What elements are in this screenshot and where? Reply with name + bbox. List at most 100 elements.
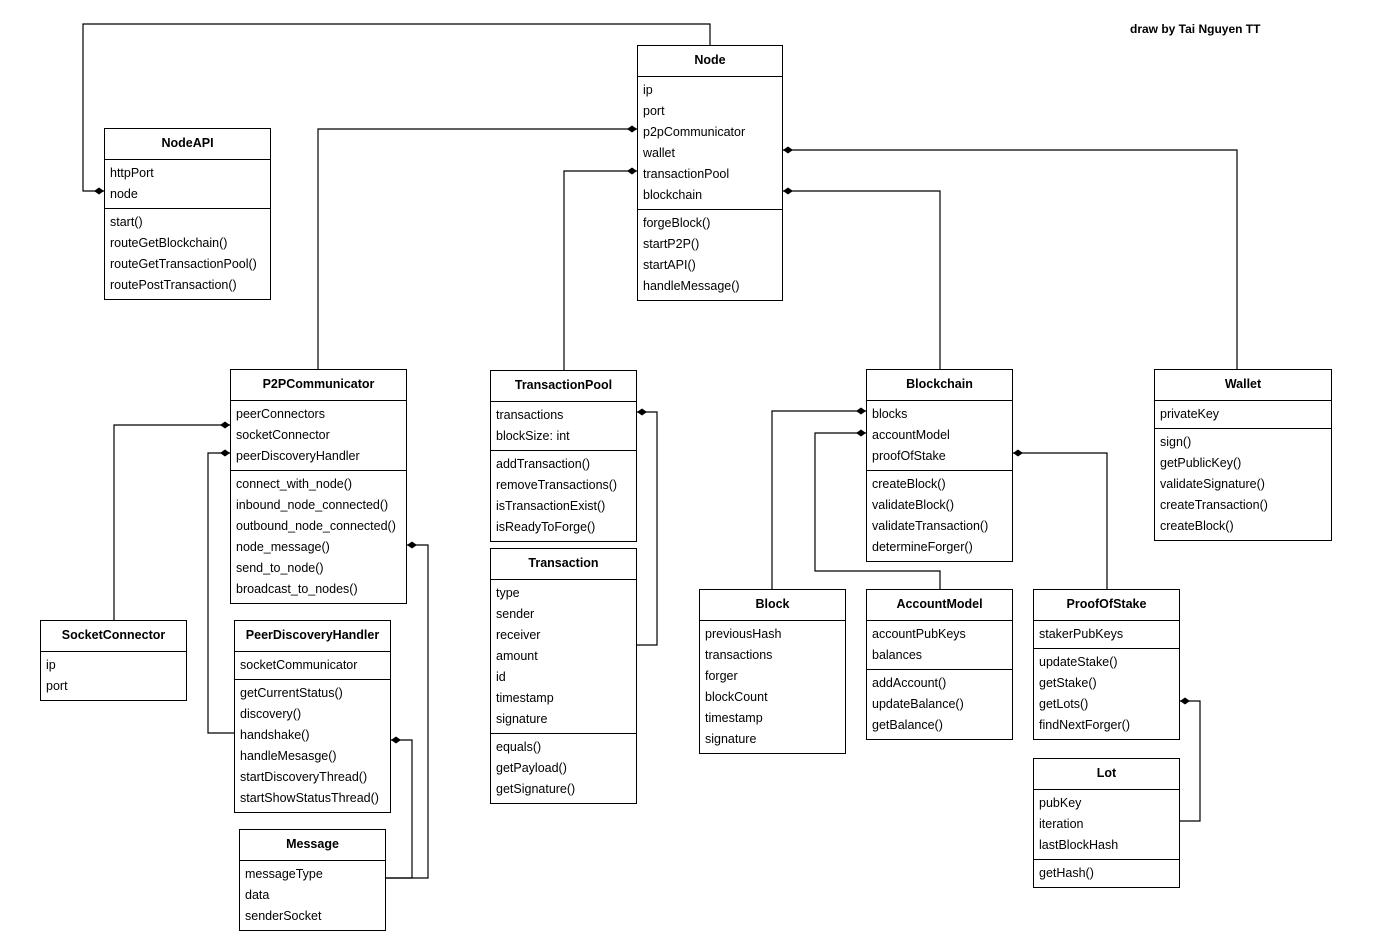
method: routeGetBlockchain() — [110, 236, 228, 250]
attribute: port — [46, 679, 68, 693]
attribute-compartment: accountPubKeys balances — [867, 621, 1012, 669]
attribute: timestamp — [496, 691, 554, 705]
class-socket-connector[interactable]: SocketConnector ip port — [40, 620, 187, 701]
composition-diamond-icon — [220, 449, 230, 457]
composition-diamond-icon — [627, 125, 637, 133]
method: routePostTransaction() — [110, 278, 237, 292]
method-compartment: equals() getPayload() getSignature() — [491, 733, 636, 803]
method: connect_with_node() — [236, 477, 353, 491]
attribute-compartment: transactions blockSize: int — [491, 402, 636, 450]
composition-line — [1013, 452, 1108, 589]
method-compartment: addAccount() updateBalance() getBalance() — [867, 669, 1012, 739]
class-block[interactable]: Block previousHash transactions forger block… — [699, 589, 846, 754]
class-name: Transaction — [491, 549, 636, 580]
attribute: lastBlockHash — [1039, 838, 1119, 852]
attribute-compartment: ip port — [41, 652, 186, 700]
method-compartment: getHash() — [1034, 859, 1179, 887]
attribute-compartment: peerConnectors socketConnector peerDiscove… — [231, 401, 406, 470]
method: createBlock() — [1160, 519, 1234, 533]
attribute: blockCount — [705, 690, 768, 704]
composition-line — [113, 424, 230, 620]
class-peer-discovery-handler[interactable]: PeerDiscoveryHandler socketCommunicator ge… — [234, 620, 391, 813]
method: addAccount() — [872, 676, 947, 690]
class-wallet[interactable]: Wallet privateKey sign() getPublicKey() vali… — [1154, 369, 1332, 541]
method: routeGetTransactionPool() — [110, 257, 257, 271]
class-name: Node — [638, 46, 782, 77]
attribute: transactions — [496, 408, 564, 422]
class-transaction[interactable]: Transaction type sender receiver amount id tim… — [490, 548, 637, 804]
attribute: ip — [46, 658, 56, 672]
class-proof-of-stake[interactable]: ProofOfStake stakerPubKeys updateStake() ge… — [1033, 589, 1180, 740]
class-message[interactable]: Message messageType data senderSocket — [239, 829, 386, 931]
attribute: peerConnectors — [236, 407, 325, 421]
method-compartment: start() routeGetBlockchain() routeGetTrans… — [105, 208, 270, 299]
attribute: blockSize: int — [496, 429, 570, 443]
class-account-model[interactable]: AccountModel accountPubKeys balances addAcc… — [866, 589, 1013, 740]
method: getHash() — [1039, 866, 1094, 880]
method: startAPI() — [643, 258, 696, 272]
class-blockchain[interactable]: Blockchain blocks accountModel proofOfStake… — [866, 369, 1013, 562]
method: getCurrentStatus() — [240, 686, 343, 700]
class-name: ProofOfStake — [1034, 590, 1179, 621]
attribute: privateKey — [1160, 407, 1220, 421]
composition-line — [783, 149, 1238, 369]
method-compartment: createBlock() validateBlock() validateTran… — [867, 470, 1012, 561]
method-compartment: connect_with_node() inbound_node_connecte… — [231, 470, 406, 603]
composition-diamond-icon — [856, 429, 866, 437]
class-transaction-pool[interactable]: TransactionPool transactions blockSize: in… — [490, 370, 637, 542]
class-node-api[interactable]: NodeAPI httpPort node start() routeGetBlockc… — [104, 128, 271, 300]
attribute: type — [496, 586, 520, 600]
method-compartment: forgeBlock() startP2P() startAPI() handleMe… — [638, 209, 782, 300]
method: forgeBlock() — [643, 216, 711, 230]
attribute: node — [110, 187, 138, 201]
method: discovery() — [240, 707, 302, 721]
attribute: accountModel — [872, 428, 950, 442]
attribute: previousHash — [705, 627, 782, 641]
attribute: wallet — [643, 146, 675, 160]
attribute: httpPort — [110, 166, 154, 180]
composition-diamond-icon — [783, 187, 793, 195]
method: sign() — [1160, 435, 1192, 449]
method: removeTransactions() — [496, 478, 618, 492]
method-compartment: addTransaction() removeTransactions() isTr… — [491, 450, 636, 541]
attribute: transactionPool — [643, 167, 730, 181]
attribute: accountPubKeys — [872, 627, 966, 641]
composition-line — [1180, 700, 1201, 822]
composition-diamond-icon — [783, 146, 793, 154]
attribute: amount — [496, 649, 538, 663]
method: getLots() — [1039, 697, 1089, 711]
composition-diamond-icon — [1013, 449, 1023, 457]
attribute-compartment: socketCommunicator — [235, 652, 390, 679]
method: startP2P() — [643, 237, 700, 251]
method: isTransactionExist() — [496, 499, 606, 513]
composition-line — [783, 190, 941, 369]
class-name: AccountModel — [867, 590, 1012, 621]
attribute: proofOfStake — [872, 449, 946, 463]
class-node[interactable]: Node ip port p2pCommunicator wallet transacti… — [637, 45, 783, 301]
method: handleMessage() — [643, 279, 740, 293]
composition-line — [637, 411, 658, 646]
method: determineForger() — [872, 540, 973, 554]
attribute: port — [643, 104, 665, 118]
attribute: transactions — [705, 648, 773, 662]
attribute: forger — [705, 669, 738, 683]
method: createTransaction() — [1160, 498, 1268, 512]
method: startShowStatusThread() — [240, 791, 379, 805]
attribute-compartment: ip port p2pCommunicator wallet transactionPo… — [638, 77, 782, 209]
attribute: data — [245, 888, 270, 902]
method: equals() — [496, 740, 542, 754]
attribute-compartment: blocks accountModel proofOfStake — [867, 401, 1012, 470]
method: isReadyToForge() — [496, 520, 596, 534]
class-name: SocketConnector — [41, 621, 186, 652]
composition-line — [771, 410, 866, 589]
class-name: NodeAPI — [105, 129, 270, 160]
method: broadcast_to_nodes() — [236, 582, 358, 596]
composition-diamond-icon — [407, 541, 417, 549]
class-p2-p-communicator[interactable]: P2PCommunicator peerConnectors socketConne… — [230, 369, 407, 604]
class-lot[interactable]: Lot pubKey iteration lastBlockHash getHash() — [1033, 758, 1180, 888]
method: updateStake() — [1039, 655, 1118, 669]
method: getPayload() — [496, 761, 567, 775]
class-name: Blockchain — [867, 370, 1012, 401]
attribute-compartment: stakerPubKeys — [1034, 621, 1179, 648]
method: handshake() — [240, 728, 310, 742]
